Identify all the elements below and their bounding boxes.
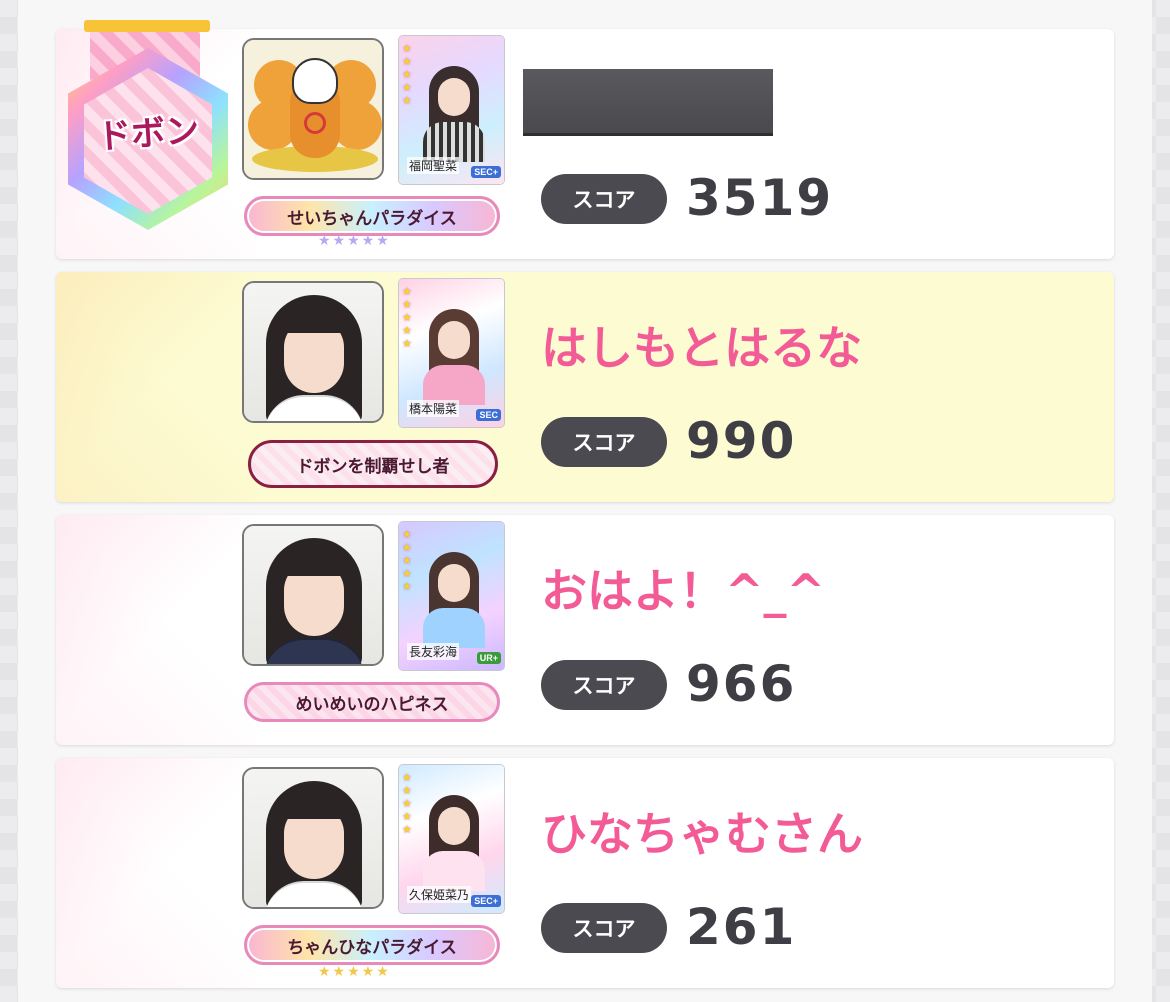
ranking-row[interactable]: ★ ★ ★ ★ ★ 橋本陽菜 SEC ドボンを制覇せし者 はしもとはるな スコア 990 [56,272,1114,502]
player-name: おはよ！^_^ [541,564,826,618]
player-name: ひなちゃむさん [541,807,863,861]
avatar[interactable] [242,767,384,909]
avatar[interactable] [242,281,384,423]
member-card[interactable]: ★ ★ ★ ★ ★ 橋本陽菜 SEC [399,279,504,427]
title-badge: ドボンを制覇せし者 [248,440,498,488]
rarity-stars: ★ ★ ★ ★ ★ [402,528,412,593]
avatar[interactable] [242,524,384,666]
rarity-stars: ★ ★ ★ ★ ★ [402,42,412,107]
card-rarity-badge: SEC [476,409,501,421]
badge-stars: ★★★★★ [318,233,391,249]
dobon-medal: ドボン [68,20,228,232]
row-decoration [56,272,256,502]
member-card[interactable]: ★ ★ ★ ★ ★ 久保姫菜乃 SEC+ [399,765,504,913]
score-label: スコア [541,903,667,953]
rarity-stars: ★ ★ ★ ★ ★ [402,771,412,836]
redacted-name [523,69,773,136]
score-value: 261 [686,898,797,956]
row-decoration [56,515,256,745]
title-badge: せいちゃんパラダイス [244,196,500,236]
card-rarity-badge: SEC+ [471,166,501,178]
rarity-stars: ★ ★ ★ ★ ★ [402,285,412,350]
ranking-row[interactable]: ★ ★ ★ ★ ★ 久保姫菜乃 SEC+ ちゃんひなパラダイス ★★★★★ ひなちゃむさ… [56,758,1114,988]
member-card[interactable]: ★ ★ ★ ★ ★ 福岡聖菜 SEC+ [399,36,504,184]
avatar[interactable] [242,38,384,180]
score-value: 3519 [686,169,834,227]
score-label: スコア [541,660,667,710]
card-member-name: 福岡聖菜 [407,157,460,174]
score-label: スコア [541,417,667,467]
medal-label: ドボン [95,110,201,158]
title-badge: めいめいのハピネス [244,682,500,722]
score-value: 966 [686,655,797,713]
row-decoration [56,758,256,988]
card-member-name: 長友彩海 [407,643,460,660]
card-rarity-badge: SEC+ [471,895,501,907]
card-rarity-badge: UR+ [476,652,501,664]
score-value: 990 [686,412,797,470]
member-card[interactable]: ★ ★ ★ ★ ★ 長友彩海 UR+ [399,522,504,670]
card-member-name: 久保姫菜乃 [407,886,472,903]
player-name: はしもとはるな [541,321,863,375]
title-badge: ちゃんひなパラダイス [244,925,500,965]
ranking-row[interactable]: ★ ★ ★ ★ ★ 長友彩海 UR+ めいめいのハピネス おはよ！^_^ スコア 966 [56,515,1114,745]
card-member-name: 橋本陽菜 [407,400,460,417]
score-label: スコア [541,174,667,224]
badge-stars: ★★★★★ [318,964,391,980]
